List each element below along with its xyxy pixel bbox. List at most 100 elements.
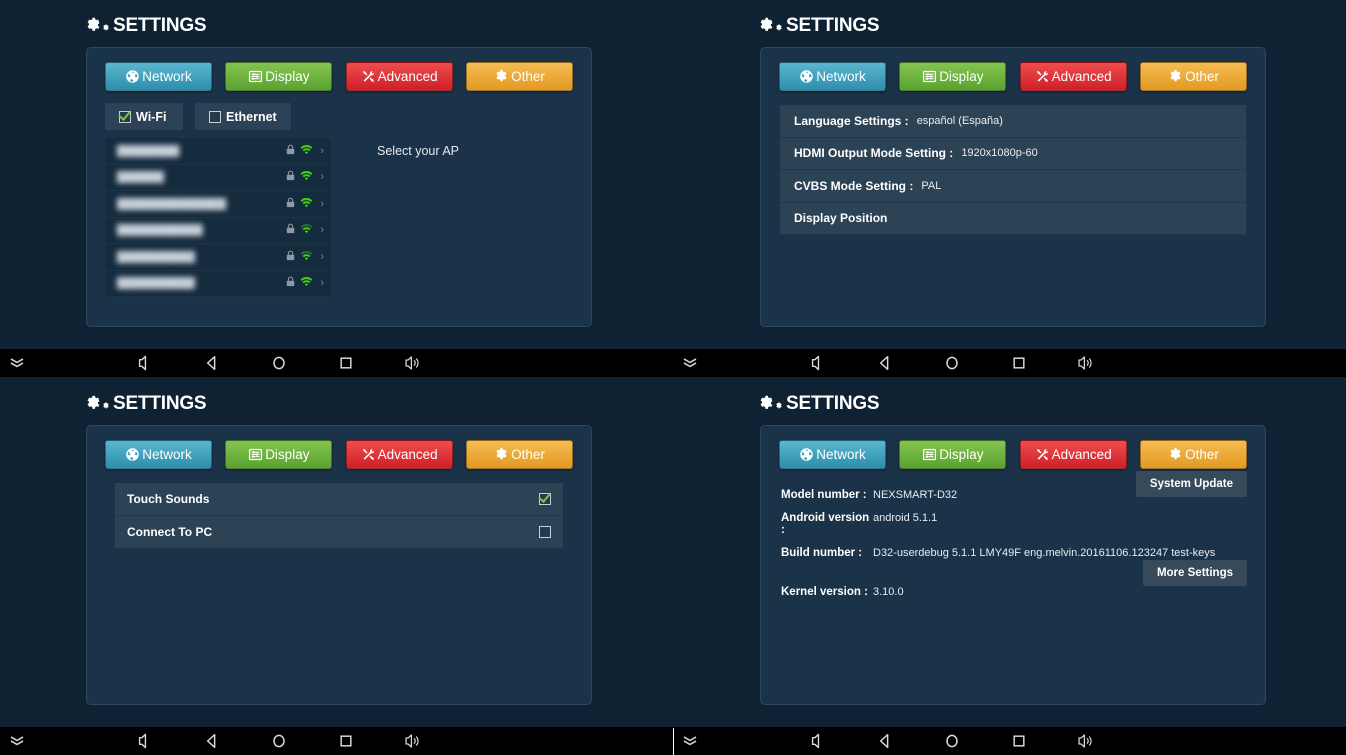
access-point-row[interactable]: ██████ ›	[105, 165, 331, 191]
tab-other[interactable]: Other	[1139, 62, 1247, 91]
volume-down-button[interactable]	[134, 730, 156, 752]
display-setting-row[interactable]: Display Position	[780, 202, 1246, 235]
wifi-signal-icon	[300, 277, 313, 287]
connection-ethernet-label: Ethernet	[226, 109, 277, 124]
wifi-checkbox[interactable]	[119, 110, 131, 123]
wifi-signal-icon	[300, 250, 313, 260]
home-button[interactable]	[941, 730, 963, 752]
tab-network[interactable]: Network	[105, 62, 212, 91]
tab-network-label: Network	[816, 69, 866, 84]
tab-display[interactable]: Display	[225, 440, 333, 469]
page-title: SETTINGS	[786, 14, 880, 36]
access-point-row[interactable]: ████████ ›	[105, 138, 331, 165]
recents-button[interactable]	[335, 352, 357, 374]
select-ap-hint: Select your AP	[377, 144, 459, 158]
tab-other[interactable]: Other	[465, 440, 573, 469]
tab-display-label: Display	[939, 69, 984, 84]
volume-down-icon	[811, 733, 819, 749]
advanced-setting-row[interactable]: Connect To PC	[115, 516, 563, 549]
navigation-bar	[673, 727, 1346, 755]
tab-advanced[interactable]: Advanced	[1019, 440, 1127, 469]
nav-collapse-left[interactable]	[0, 357, 34, 369]
volume-down-button[interactable]	[134, 352, 156, 374]
connection-wifi[interactable]: Wi-Fi	[105, 103, 183, 130]
home-button[interactable]	[268, 352, 290, 374]
setting-label: HDMI Output Mode Setting :	[794, 146, 954, 161]
access-point-row[interactable]: ██████████ ›	[105, 271, 331, 297]
about-info-value: D32-userdebug 5.1.1 LMY49F eng.melvin.20…	[873, 547, 1216, 559]
back-button[interactable]	[874, 352, 896, 374]
nav-collapse-left[interactable]	[673, 357, 707, 369]
recents-square-icon	[339, 357, 352, 369]
display-setting-row[interactable]: Language Settings : español (España)	[780, 105, 1246, 138]
home-button[interactable]	[941, 352, 963, 374]
recents-square-icon	[1012, 735, 1025, 747]
advanced-settings-rows: Touch Sounds Connect To PC	[87, 469, 591, 549]
nav-collapse-left[interactable]	[0, 735, 34, 747]
volume-up-button[interactable]	[402, 352, 424, 374]
tab-network[interactable]: Network	[779, 62, 886, 91]
access-point-row[interactable]: ██████████ ›	[105, 244, 331, 271]
nav-buttons	[34, 352, 523, 374]
globe-icon	[800, 448, 813, 461]
access-point-row[interactable]: ███████████ ›	[105, 218, 331, 244]
page-title: SETTINGS	[113, 392, 207, 414]
home-button[interactable]	[268, 730, 290, 752]
tab-network[interactable]: Network	[779, 440, 886, 469]
tools-icon	[1036, 71, 1048, 82]
display-setting-row[interactable]: CVBS Mode Setting : PAL	[780, 170, 1246, 203]
system-update-button[interactable]: System Update	[1135, 471, 1247, 497]
access-point-list[interactable]: ████████ › ██████ › ██████████████ › █████████…	[105, 138, 331, 297]
display-setting-row[interactable]: HDMI Output Mode Setting : 1920x1080p-60	[780, 137, 1246, 170]
back-button[interactable]	[201, 730, 223, 752]
volume-up-button[interactable]	[1075, 352, 1097, 374]
tab-advanced[interactable]: Advanced	[345, 62, 453, 91]
advanced-setting-row[interactable]: Touch Sounds	[115, 483, 563, 516]
more-settings-button[interactable]: More Settings	[1142, 560, 1247, 586]
wifi-signal-icon	[300, 197, 313, 207]
volume-up-button[interactable]	[1075, 730, 1097, 752]
back-button[interactable]	[201, 352, 223, 374]
recents-button[interactable]	[1008, 352, 1030, 374]
tab-network[interactable]: Network	[105, 440, 212, 469]
about-info-line: Build number : D32-userdebug 5.1.1 LMY49F…	[761, 547, 1265, 559]
setting-label: Touch Sounds	[127, 492, 210, 506]
tab-bar: Network Display Advanced Other	[87, 48, 591, 91]
connection-ethernet[interactable]: Ethernet	[195, 103, 291, 130]
access-point-row[interactable]: ██████████████ ›	[105, 191, 331, 218]
tab-other[interactable]: Other	[1139, 440, 1247, 469]
tab-display[interactable]: Display	[899, 62, 1007, 91]
connection-wifi-label: Wi-Fi	[136, 109, 167, 124]
back-button[interactable]	[874, 730, 896, 752]
volume-up-button[interactable]	[402, 730, 424, 752]
page-header: SETTINGS	[0, 378, 673, 418]
home-circle-icon	[945, 356, 958, 370]
tab-advanced[interactable]: Advanced	[345, 440, 453, 469]
recents-button[interactable]	[335, 730, 357, 752]
ethernet-checkbox[interactable]	[209, 110, 221, 123]
about-info-value: android 5.1.1	[873, 512, 938, 524]
setting-checkbox[interactable]	[539, 493, 551, 505]
screen-network: SETTINGS Network Display Advanced Other …	[0, 0, 673, 377]
wifi-signal-icon	[300, 171, 313, 181]
tab-display[interactable]: Display	[225, 62, 333, 91]
gear-icon	[1170, 69, 1181, 82]
volume-up-icon	[1077, 356, 1092, 370]
setting-label: Display Position	[794, 211, 888, 226]
recents-button[interactable]	[1008, 730, 1030, 752]
setting-value: 1920x1080p-60	[961, 147, 1038, 160]
volume-down-button[interactable]	[807, 352, 829, 374]
about-info-line: Android version : android 5.1.1	[761, 512, 1265, 536]
tab-advanced[interactable]: Advanced	[1019, 62, 1127, 91]
tab-other[interactable]: Other	[465, 62, 573, 91]
setting-checkbox[interactable]	[539, 526, 551, 538]
tab-display[interactable]: Display	[899, 440, 1007, 469]
back-triangle-icon	[879, 733, 888, 749]
access-point-name: ███████████	[117, 224, 203, 237]
volume-down-button[interactable]	[807, 730, 829, 752]
nav-collapse-left[interactable]	[673, 735, 707, 747]
home-circle-icon	[272, 734, 285, 748]
chevron-right-icon: ›	[320, 277, 324, 290]
tab-other-label: Other	[1185, 447, 1219, 462]
chevron-right-icon: ›	[320, 171, 324, 184]
